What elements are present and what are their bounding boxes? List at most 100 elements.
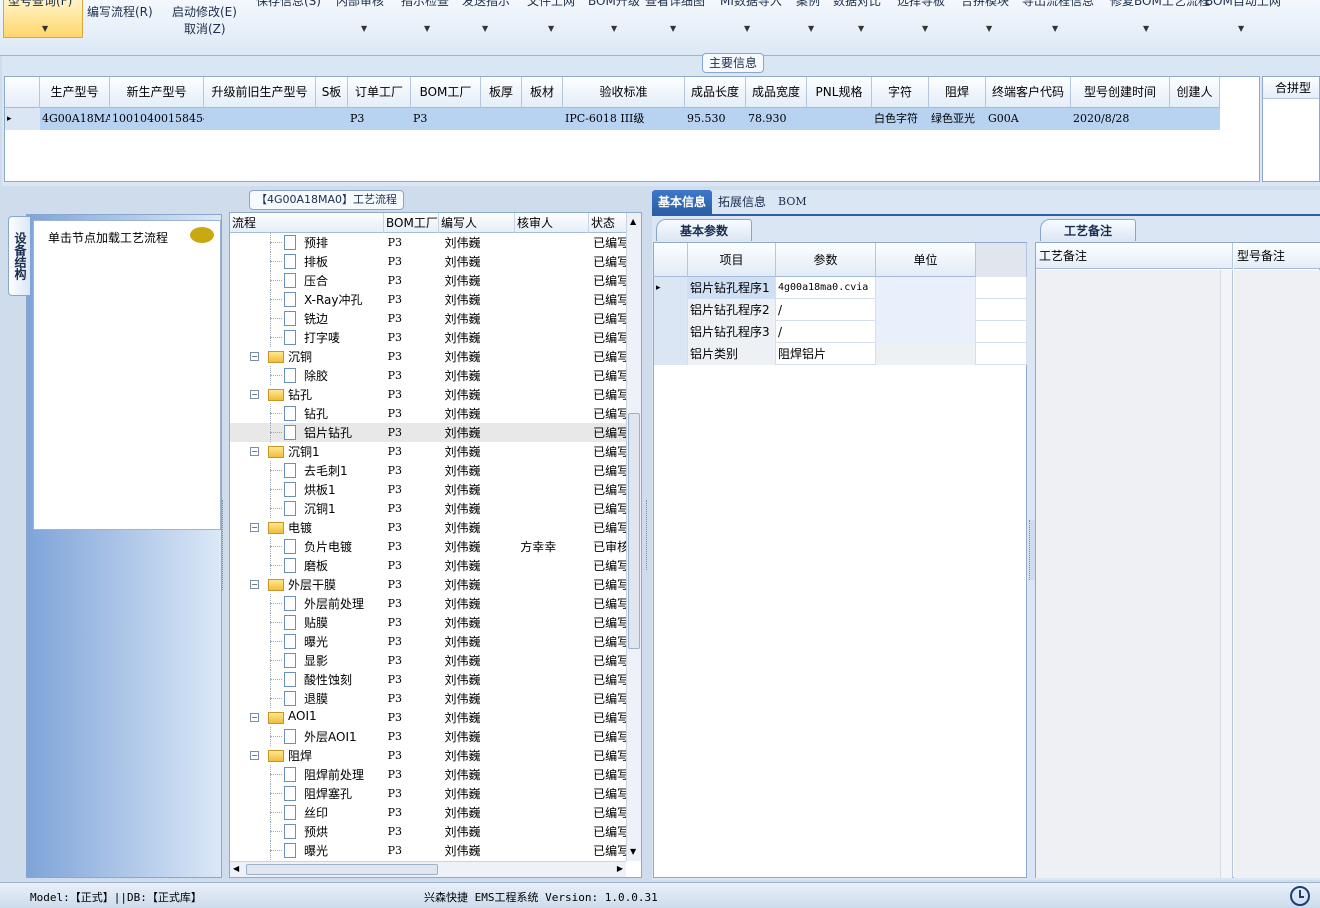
tree-node[interactable]: 负片电镀 — [230, 537, 384, 556]
tree-row[interactable]: 打字唛 P3 刘伟巍 已编写 — [230, 328, 626, 347]
table-cell[interactable]: 绿色亚光 — [929, 108, 986, 130]
tree-column-header[interactable]: 流程 — [230, 213, 384, 233]
param-column-header[interactable]: 项目 — [688, 243, 776, 277]
chevron-down-icon[interactable]: ▼ — [808, 24, 814, 33]
tree-row[interactable]: 贴膜 P3 刘伟巍 已编写 — [230, 613, 626, 632]
tab-basic-params[interactable]: 基本参数 — [656, 219, 752, 241]
column-header[interactable]: 阻焊 — [929, 77, 986, 108]
param-unit[interactable] — [876, 277, 976, 299]
tab-bom[interactable]: BOM — [772, 190, 813, 214]
toolbar-button[interactable]: 型号查询(F) — [8, 0, 72, 8]
collapse-icon[interactable]: − — [250, 713, 259, 722]
tree-node[interactable]: 阻焊前处理 — [230, 765, 384, 784]
tree-row[interactable]: 外层前处理 P3 刘伟巍 已编写 — [230, 594, 626, 613]
toolbar-button[interactable]: 指示检查 — [401, 0, 449, 8]
scroll-left-icon[interactable]: ◀ — [233, 864, 239, 873]
table-cell[interactable] — [316, 108, 348, 130]
tree-node[interactable]: 除胶 — [230, 366, 384, 385]
horizontal-scrollbar[interactable]: ◀ ▶ — [230, 861, 626, 877]
toolbar-button[interactable]: 选择导板 — [897, 0, 945, 8]
table-cell[interactable]: 2020/8/28 — [1071, 108, 1170, 130]
tree-node[interactable]: 排板 — [230, 252, 384, 271]
vertical-scrollbar[interactable]: ▲ ▼ — [626, 213, 641, 861]
chevron-down-icon[interactable]: ▼ — [670, 24, 676, 33]
table-cell[interactable]: 95.530 — [685, 108, 746, 130]
table-cell[interactable] — [522, 108, 563, 130]
tree-row[interactable]: 铣边 P3 刘伟巍 已编写 — [230, 309, 626, 328]
tab-basic-info[interactable]: 基本信息 — [652, 190, 713, 214]
collapse-icon[interactable]: − — [250, 447, 259, 456]
chevron-down-icon[interactable]: ▼ — [361, 24, 367, 33]
chevron-down-icon[interactable]: ▼ — [1052, 24, 1058, 33]
param-value[interactable]: / — [776, 299, 876, 321]
tree-node[interactable]: 沉铜1 — [230, 499, 384, 518]
tree-node[interactable]: − 电镀 — [230, 518, 384, 537]
chevron-down-icon[interactable]: ▼ — [1238, 24, 1244, 33]
collapse-icon[interactable]: − — [250, 580, 259, 589]
table-cell[interactable] — [807, 108, 872, 130]
table-cell[interactable] — [1170, 108, 1220, 130]
tree-row[interactable]: 除胶 P3 刘伟巍 已编写 — [230, 366, 626, 385]
tree-row[interactable]: 沉铜1 P3 刘伟巍 已编写 — [230, 499, 626, 518]
tree-row[interactable]: 排板 P3 刘伟巍 已编写 — [230, 252, 626, 271]
column-header[interactable]: 终端客户代码 — [986, 77, 1071, 108]
tree-node[interactable]: 贴膜 — [230, 613, 384, 632]
tree-node[interactable]: X-Ray冲孔 — [230, 290, 384, 309]
toolbar-button[interactable]: MI数据导入 — [720, 0, 782, 8]
table-cell[interactable]: 白色字符 — [872, 108, 929, 130]
tree-row[interactable]: 铝片钻孔 P3 刘伟巍 已编写 — [230, 423, 626, 442]
toolbar-button[interactable]: 文件上网 — [527, 0, 575, 8]
collapse-icon[interactable]: − — [250, 352, 259, 361]
param-unit[interactable] — [876, 343, 976, 365]
chevron-down-icon[interactable]: ▼ — [548, 24, 554, 33]
column-header[interactable]: PNL规格 — [807, 77, 872, 108]
tree-row[interactable]: 曝光 P3 刘伟巍 已编写 — [230, 632, 626, 651]
scroll-right-icon[interactable]: ▶ — [617, 864, 623, 873]
tree-row[interactable]: − AOI1 P3 刘伟巍 已编写 — [230, 708, 626, 727]
tree-column-header[interactable]: 核审人 — [515, 213, 589, 233]
table-cell[interactable]: 78.930 — [746, 108, 807, 130]
tree-row[interactable]: 曝光 P3 刘伟巍 已编写 — [230, 841, 626, 860]
tree-node[interactable]: 曝光 — [230, 841, 384, 860]
column-header[interactable]: 创建人 — [1170, 77, 1220, 108]
scroll-up-icon[interactable]: ▲ — [630, 217, 636, 226]
tree-row[interactable]: 预烘 P3 刘伟巍 已编写 — [230, 822, 626, 841]
toolbar-button[interactable]: 发送指示 — [462, 0, 510, 8]
tree-node[interactable]: 去毛刺1 — [230, 461, 384, 480]
column-header[interactable]: 生产型号 — [40, 77, 110, 108]
tree-row[interactable]: 外层AOI1 P3 刘伟巍 已编写 — [230, 727, 626, 746]
collapse-icon[interactable]: − — [250, 523, 259, 532]
tree-node[interactable]: 丝印 — [230, 803, 384, 822]
chevron-down-icon[interactable]: ▼ — [744, 24, 750, 33]
chevron-down-icon[interactable]: ▼ — [986, 24, 992, 33]
tree-node[interactable]: − 外层干膜 — [230, 575, 384, 594]
column-header[interactable]: 板厚 — [481, 77, 522, 108]
toolbar-button[interactable]: 启动修改(E) — [172, 5, 237, 19]
tree-node[interactable]: 外层前处理 — [230, 594, 384, 613]
tree-node[interactable]: 外层AOI1 — [230, 727, 384, 746]
tree-node[interactable]: 阻焊塞孔 — [230, 784, 384, 803]
tree-node[interactable]: 曝光 — [230, 632, 384, 651]
tree-node[interactable]: 酸性蚀刻 — [230, 670, 384, 689]
tree-row[interactable]: 阻焊前处理 P3 刘伟巍 已编写 — [230, 765, 626, 784]
column-header[interactable]: 成品长度 — [685, 77, 746, 108]
tree-column-header[interactable]: BOM工厂 — [384, 213, 439, 233]
tab-process-remark[interactable]: 工艺备注 — [1040, 219, 1136, 241]
splitter-handle[interactable] — [646, 500, 652, 570]
chevron-down-icon[interactable]: ▼ — [424, 24, 430, 33]
column-header[interactable]: 板材 — [522, 77, 563, 108]
tree-node[interactable]: − AOI1 — [230, 708, 384, 727]
toolbar-button[interactable]: 案例 — [796, 0, 820, 8]
tree-row[interactable]: X-Ray冲孔 P3 刘伟巍 已编写 — [230, 290, 626, 309]
tree-row[interactable]: 显影 P3 刘伟巍 已编写 — [230, 651, 626, 670]
tree-node[interactable]: 烘板1 — [230, 480, 384, 499]
tree-node[interactable]: 预烘 — [230, 822, 384, 841]
toolbar-button[interactable]: 导出流程信息 — [1022, 0, 1094, 8]
table-cell[interactable] — [204, 108, 316, 130]
tree-node[interactable]: 钻孔 — [230, 404, 384, 423]
tree-node[interactable]: 压合 — [230, 271, 384, 290]
toolbar-button[interactable]: 修复BOM工艺流程 — [1110, 0, 1210, 8]
splitter-handle[interactable] — [222, 500, 228, 590]
toolbar-button[interactable]: 取消(Z) — [184, 22, 226, 36]
tree-node[interactable]: 打字唛 — [230, 328, 384, 347]
